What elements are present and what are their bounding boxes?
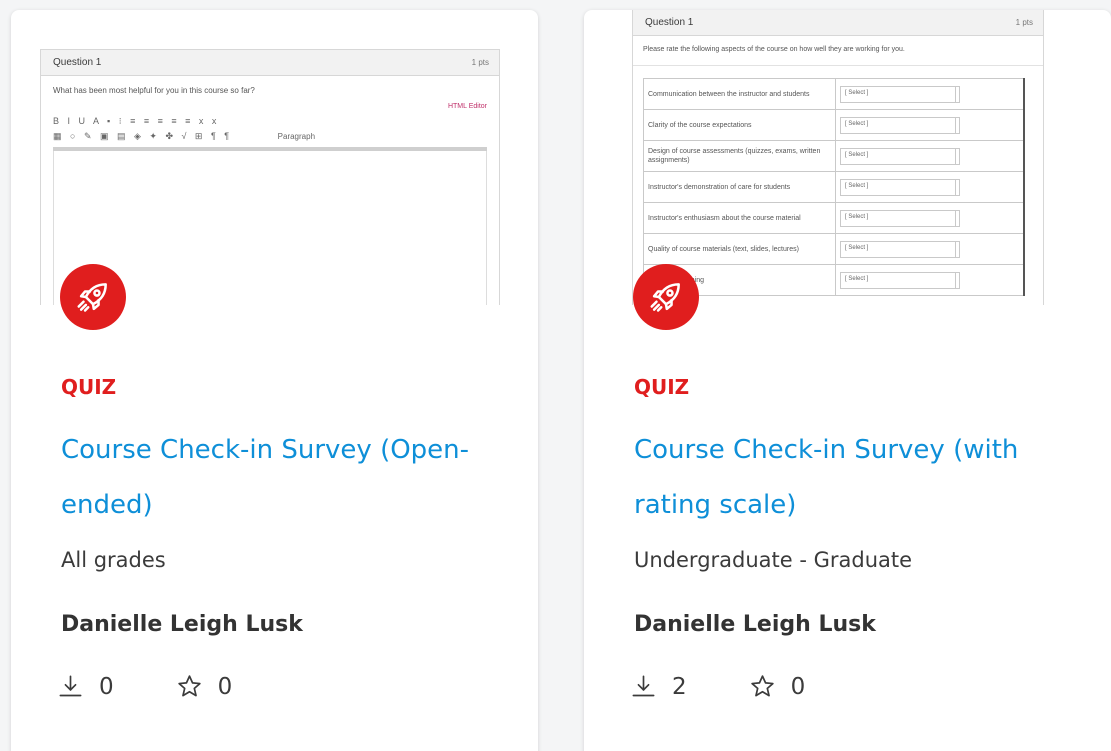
- quiz-badge: [60, 264, 126, 330]
- download-icon: [632, 675, 655, 697]
- preview-question-header: Question 1 1 pts: [633, 10, 1043, 36]
- preview-paragraph-select: Paragraph: [277, 132, 316, 141]
- card-stats: 0 0: [57, 673, 232, 700]
- preview-editor-toolbar-2: ▦ ○ ✎ ▣ ▤ ◈ ✦ ✤ √ ⊞ ¶ ¶ Paragraph: [53, 131, 316, 141]
- favorite-count-value: 0: [217, 673, 233, 700]
- download-count: 2: [630, 673, 687, 700]
- preview-question-header: Question 1 1 pts: [41, 50, 499, 76]
- preview-select: [ Select ]: [840, 178, 960, 196]
- resource-card[interactable]: Question 1 1 pts What has been most help…: [11, 10, 538, 751]
- preview-instructions: Please rate the following aspects of the…: [633, 36, 1043, 66]
- favorite-count: 0: [749, 673, 806, 700]
- table-row: Quality of course materials (text, slide…: [643, 233, 1025, 265]
- card-stats: 2 0: [630, 673, 805, 700]
- quiz-preview-image: Question 1 1 pts What has been most help…: [40, 49, 500, 305]
- rocket-icon: [650, 283, 680, 312]
- resource-title-link[interactable]: Course Check-in Survey (Open-ended): [61, 423, 501, 533]
- quiz-badge: [633, 264, 699, 330]
- resource-type-label: QUIZ: [61, 375, 117, 399]
- download-count-value: 2: [672, 673, 687, 700]
- table-row: Design of course assessments (quizzes, e…: [643, 140, 1025, 172]
- author-name: Danielle Leigh Lusk: [634, 612, 876, 637]
- table-row: Instructor's demonstration of care for s…: [643, 171, 1025, 203]
- star-icon: [177, 675, 201, 697]
- quiz-preview-image: Question 1 1 pts Please rate the followi…: [632, 10, 1044, 305]
- grade-range: All grades: [61, 548, 166, 572]
- download-count: 0: [57, 673, 114, 700]
- preview-points: 1 pts: [471, 58, 489, 67]
- preview-select: [ Select ]: [840, 147, 960, 165]
- download-count-value: 0: [99, 673, 114, 700]
- preview-select: [ Select ]: [840, 271, 960, 289]
- preview-rating-table: Communication between the instructor and…: [643, 78, 1025, 296]
- preview-question-title: Question 1: [53, 57, 102, 68]
- preview-editor-link: HTML Editor: [447, 103, 487, 110]
- preview-editor-toolbar: B I U A ▪ ⁝ ≡ ≡ ≡ ≡ ≡ x x: [53, 116, 220, 126]
- card-thumbnail[interactable]: Question 1 1 pts What has been most help…: [11, 10, 538, 305]
- preview-question-text: What has been most helpful for you in th…: [53, 86, 255, 95]
- favorite-count-value: 0: [790, 673, 806, 700]
- download-icon: [59, 675, 82, 697]
- rocket-icon: [77, 283, 107, 312]
- resource-type-label: QUIZ: [634, 375, 690, 399]
- table-row: Pacing of learning[ Select ]: [643, 264, 1025, 296]
- resource-title-link[interactable]: Course Check-in Survey (with rating scal…: [634, 423, 1074, 533]
- star-icon: [750, 675, 774, 697]
- preview-select: [ Select ]: [840, 209, 960, 227]
- author-name: Danielle Leigh Lusk: [61, 612, 303, 637]
- preview-question-title: Question 1: [645, 17, 694, 28]
- table-row: Instructor's enthusiasm about the course…: [643, 202, 1025, 234]
- grade-range: Undergraduate - Graduate: [634, 548, 913, 572]
- resource-card[interactable]: Question 1 1 pts Please rate the followi…: [584, 10, 1111, 751]
- table-row: Communication between the instructor and…: [643, 78, 1025, 110]
- preview-select: [ Select ]: [840, 85, 960, 103]
- preview-select: [ Select ]: [840, 240, 960, 258]
- table-row: Clarity of the course expectations[ Sele…: [643, 109, 1025, 141]
- favorite-count: 0: [176, 673, 233, 700]
- card-thumbnail[interactable]: Question 1 1 pts Please rate the followi…: [584, 10, 1111, 305]
- preview-select: [ Select ]: [840, 116, 960, 134]
- preview-points: 1 pts: [1015, 18, 1033, 27]
